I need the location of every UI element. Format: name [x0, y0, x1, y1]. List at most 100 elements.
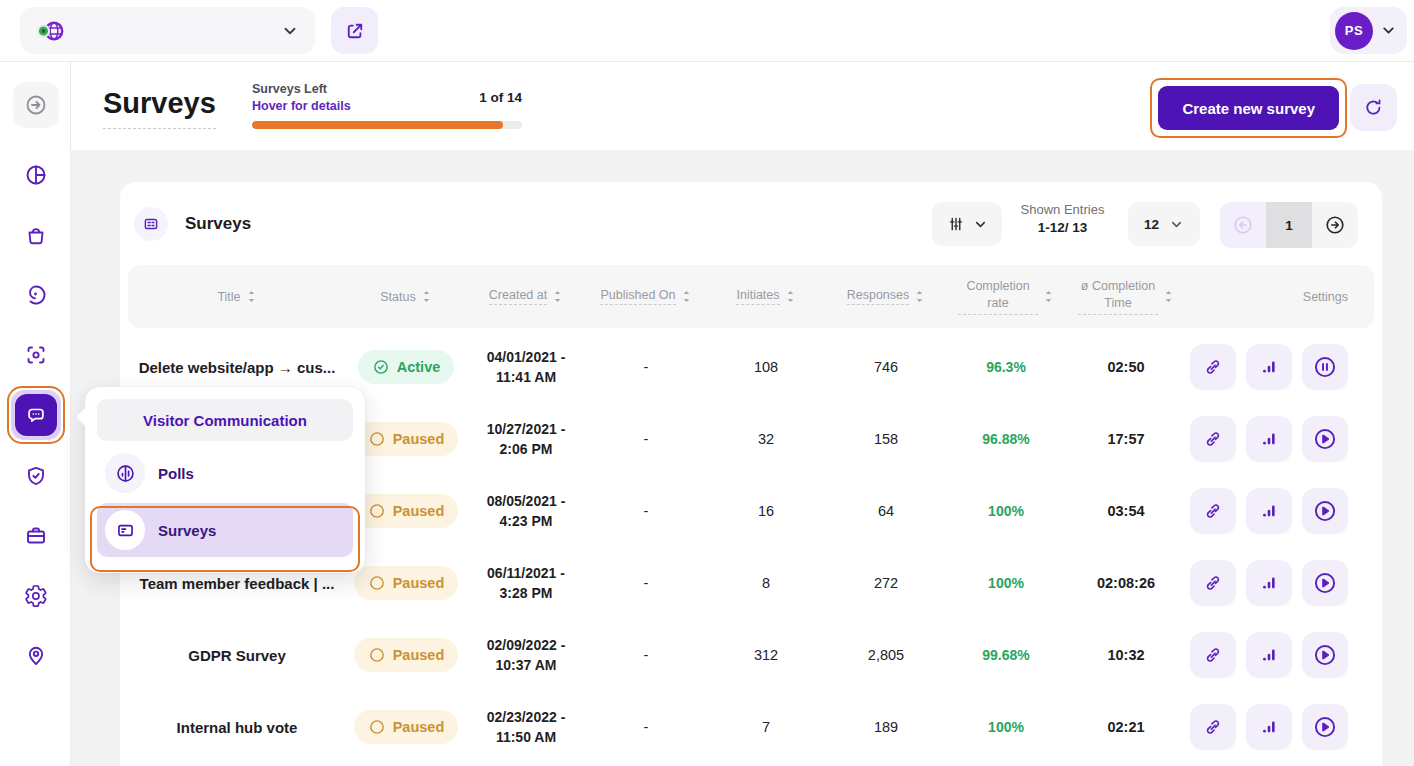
sort-icon [1043, 290, 1054, 303]
survey-card-icon [134, 207, 168, 241]
row-completion-rate: 100% [946, 575, 1066, 591]
copy-link-button[interactable] [1190, 704, 1236, 750]
toggle-run-button[interactable] [1302, 344, 1348, 390]
row-initiates: 16 [706, 503, 826, 519]
quota-count: 1 of 14 [479, 90, 522, 105]
sidebar-collapse-icon[interactable] [13, 82, 59, 128]
previous-page-button[interactable] [1220, 202, 1266, 248]
sidebar-location-icon[interactable] [13, 633, 59, 679]
row-title: GDPR Survey [128, 647, 346, 664]
flyout-item-label: Surveys [158, 522, 216, 539]
table-row[interactable]: Internal hub vote Paused 02/23/2022 -11:… [128, 691, 1374, 763]
check-circle-icon [372, 358, 390, 376]
row-created-at: 02/23/2022 -11:50 AM [466, 707, 586, 748]
row-status: Paused [346, 566, 466, 600]
shown-entries: Shown Entries 1-12/ 13 [1000, 202, 1125, 235]
row-title: Internal hub vote [128, 719, 346, 736]
toggle-run-button[interactable] [1302, 632, 1348, 678]
sidebar-tracking-icon[interactable] [13, 332, 59, 378]
table-header-row: TitleStatusCreated atPublished OnInitiat… [128, 265, 1374, 328]
circle-icon [368, 646, 386, 664]
row-completion-rate: 100% [946, 719, 1066, 735]
column-header[interactable]: Created at [466, 288, 586, 305]
column-header[interactable]: Completion rate [946, 278, 1066, 315]
toggle-run-button[interactable] [1302, 416, 1348, 462]
surveys-quota: Surveys Left Hover for details 1 of 14 [252, 82, 522, 129]
pause-icon [1312, 354, 1338, 380]
poll-icon [105, 453, 145, 493]
table-row[interactable]: GDPR Survey Paused 02/09/2022 -10:37 AM … [128, 619, 1374, 691]
next-page-button[interactable] [1312, 202, 1358, 248]
sidebar-shield-icon[interactable] [13, 453, 59, 499]
toggle-run-button[interactable] [1302, 704, 1348, 750]
circle-icon [368, 718, 386, 736]
page-size-value: 12 [1144, 217, 1159, 232]
statistics-button[interactable] [1246, 704, 1292, 750]
flyout-header: Visitor Communication [97, 399, 353, 441]
copy-link-button[interactable] [1190, 488, 1236, 534]
row-title: Team member feedback | ... [128, 575, 346, 592]
column-header[interactable]: ø Completion Time [1066, 278, 1186, 315]
statistics-button[interactable] [1246, 560, 1292, 606]
row-published-on: - [586, 359, 706, 375]
sidebar-briefcase-icon[interactable] [13, 513, 59, 559]
column-header: Settings [1186, 290, 1374, 304]
copy-link-button[interactable] [1190, 560, 1236, 606]
row-completion-rate: 96.3% [946, 359, 1066, 375]
row-created-at: 10/27/2021 -2:06 PM [466, 419, 586, 460]
page-size-select[interactable]: 12 [1128, 202, 1200, 246]
refresh-button[interactable] [1350, 84, 1397, 131]
shown-entries-value: 1-12/ 13 [1000, 220, 1125, 235]
column-header[interactable]: Published On [586, 288, 706, 305]
statistics-button[interactable] [1246, 344, 1292, 390]
statistics-button[interactable] [1246, 632, 1292, 678]
card-title: Surveys [185, 214, 251, 234]
row-published-on: - [586, 503, 706, 519]
flyout-item-polls[interactable]: Polls [97, 449, 353, 497]
toggle-run-button[interactable] [1302, 560, 1348, 606]
copy-link-button[interactable] [1190, 632, 1236, 678]
top-bar: PS [0, 0, 1414, 62]
column-header[interactable]: Initiates [706, 288, 826, 305]
flyout-item-surveys[interactable]: Surveys [97, 503, 353, 557]
row-completion-time: 10:32 [1066, 647, 1186, 663]
sort-icon [1163, 290, 1174, 303]
filter-button[interactable] [932, 202, 1002, 246]
column-header[interactable]: Responses [826, 288, 946, 305]
sidebar-bag-icon[interactable] [13, 212, 59, 258]
sidebar-sessions-icon[interactable] [13, 272, 59, 318]
copy-link-button[interactable] [1190, 416, 1236, 462]
circle-icon [368, 430, 386, 448]
play-icon [1312, 570, 1338, 596]
pagination: 1 [1220, 202, 1358, 248]
page-header: Surveys Surveys Left Hover for details 1… [71, 62, 1414, 150]
column-header[interactable]: Status [346, 290, 466, 304]
page-title: Surveys [103, 87, 216, 129]
sidebar-settings-icon[interactable] [13, 573, 59, 619]
statistics-button[interactable] [1246, 416, 1292, 462]
row-completion-time: 17:57 [1066, 431, 1186, 447]
sidebar-messenger-item[interactable] [7, 386, 65, 444]
row-responses: 189 [826, 719, 946, 735]
current-page[interactable]: 1 [1266, 202, 1312, 248]
row-created-at: 02/09/2022 -10:37 AM [466, 635, 586, 676]
open-external-button[interactable] [331, 7, 378, 54]
survey-icon [105, 510, 145, 550]
circle-icon [368, 502, 386, 520]
copy-link-button[interactable] [1190, 344, 1236, 390]
sort-icon [785, 290, 796, 303]
row-completion-rate: 99.68% [946, 647, 1066, 663]
sort-icon [421, 290, 432, 303]
column-header[interactable]: Title [128, 290, 346, 304]
toggle-run-button[interactable] [1302, 488, 1348, 534]
sidebar-reports-icon[interactable] [13, 152, 59, 198]
row-completion-rate: 96.88% [946, 431, 1066, 447]
row-published-on: - [586, 647, 706, 663]
create-new-survey-button[interactable]: Create new survey [1158, 86, 1339, 130]
row-responses: 158 [826, 431, 946, 447]
sidebar [0, 62, 71, 766]
statistics-button[interactable] [1246, 488, 1292, 534]
row-initiates: 312 [706, 647, 826, 663]
workspace-selector[interactable] [20, 7, 315, 54]
user-menu[interactable]: PS [1330, 7, 1407, 54]
